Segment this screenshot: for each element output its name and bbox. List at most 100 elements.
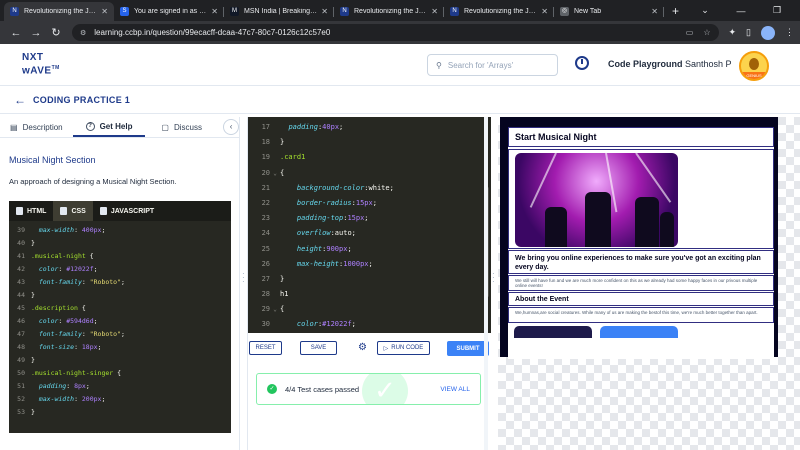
bookmark-star-icon[interactable]: ☆ (703, 28, 710, 37)
close-window-icon[interactable]: ✕ (795, 5, 800, 16)
close-tab-icon[interactable]: ✕ (541, 7, 548, 16)
close-tab-icon[interactable]: ✕ (211, 7, 218, 16)
test-result-box: ✓ ✓ 4/4 Test cases passed VIEW ALL (256, 373, 481, 405)
left-splitter-handle[interactable]: · · · (242, 270, 245, 290)
editor-column-scrollbar[interactable] (484, 117, 488, 450)
tab-discuss[interactable]: ▢ Discuss (145, 117, 218, 137)
line-number: 20 (261, 168, 270, 177)
settings-gear-icon[interactable]: ⚙ (358, 342, 367, 353)
code-editor[interactable]: 17 padding:40px; 18} 19 .card1 20 ⌄{21 backgr… (248, 117, 491, 333)
browser-tab[interactable]: S You are signed in as 7376 ✕ (114, 2, 224, 21)
view-all-link[interactable]: VIEW ALL (440, 386, 470, 393)
browser-tab[interactable]: N Revolutionizing the Job M ✕ (334, 2, 444, 21)
tab-favicon-icon: M (230, 7, 239, 16)
timer-icon[interactable] (575, 56, 589, 70)
event-thumbnail (600, 326, 678, 338)
code-line: 49} (9, 354, 231, 367)
code-token: ; (101, 395, 106, 403)
code-token: font-size (38, 343, 75, 351)
line-number: 50 (17, 369, 25, 377)
browser-tab[interactable]: N Revolutionizing the Job M ✕ (4, 2, 114, 21)
code-token: 400px (81, 226, 102, 234)
submit-button[interactable]: SUBMIT (447, 341, 489, 356)
code-token: ; (121, 330, 125, 338)
code-token: { (85, 252, 94, 260)
code-line: 47 font-family: "Roboto"; (9, 328, 231, 341)
close-tab-icon[interactable]: ✕ (651, 7, 658, 16)
line-number: 27 (261, 274, 270, 283)
side-panel-icon[interactable]: ▯ (746, 27, 751, 38)
solution-code-panel: HTML CSS JAVASCRIPT 39 max-width: 400px;… (9, 201, 231, 433)
url-text: learning.ccbp.in/question/99ecacff-dcaa-… (94, 28, 331, 37)
fold-toggle-icon[interactable] (270, 120, 280, 135)
address-bar[interactable]: ⚙ learning.ccbp.in/question/99ecacff-dca… (72, 24, 719, 41)
code-line: 41 .musical-night { (9, 250, 231, 263)
code-playground-link[interactable]: Code Playground (608, 59, 683, 69)
code-token: ; (364, 214, 369, 223)
browser-tab[interactable]: ◎ New Tab ✕ (554, 2, 664, 21)
reset-button[interactable]: RESET (249, 341, 282, 355)
code-line: 21 background-color: white; (248, 181, 491, 196)
tab-favicon-icon: N (450, 7, 459, 16)
tab-favicon-icon: ◎ (560, 7, 569, 16)
code-tab-css[interactable]: CSS (53, 201, 93, 221)
fold-toggle-icon[interactable] (270, 135, 280, 150)
fold-toggle-icon[interactable] (270, 181, 280, 196)
fold-toggle-icon[interactable]: ⌄ (270, 302, 280, 317)
browser-tab[interactable]: M MSN India | Breaking New✕ (224, 2, 334, 21)
tab-get-help[interactable]: ? Get Help (72, 117, 146, 137)
minimize-icon[interactable]: — (723, 6, 759, 16)
menu-icon[interactable]: ⋮ (785, 27, 794, 38)
profile-avatar[interactable] (761, 25, 775, 40)
close-tab-icon[interactable]: ✕ (321, 7, 328, 16)
install-app-icon[interactable]: ▭ (686, 28, 694, 37)
tab-search-icon[interactable]: ⌄ (687, 1, 723, 20)
code-token: } (31, 291, 35, 299)
close-tab-icon[interactable]: ✕ (101, 7, 108, 16)
run-code-button[interactable]: ▷ RUN CODE (377, 341, 430, 355)
fold-toggle-icon[interactable] (270, 150, 280, 165)
fold-toggle-icon[interactable] (270, 242, 280, 257)
fold-toggle-icon[interactable] (270, 317, 280, 332)
fold-toggle-icon[interactable]: ⌄ (270, 166, 280, 181)
user-name[interactable]: Santhosh P (685, 59, 732, 69)
right-splitter-handle[interactable]: · · · (492, 270, 495, 290)
fold-toggle-icon[interactable] (270, 257, 280, 272)
back-icon[interactable]: ← (6, 27, 26, 39)
save-button[interactable]: SAVE (300, 341, 337, 355)
user-avatar[interactable]: GENIUS (739, 51, 769, 81)
code-line: 20 ⌄{ (248, 166, 491, 181)
check-circle-icon: ✓ (267, 384, 277, 394)
tab-description[interactable]: ▤ Description (0, 117, 73, 137)
maximize-icon[interactable]: ❐ (759, 5, 795, 16)
close-tab-icon[interactable]: ✕ (431, 7, 438, 16)
site-info-icon[interactable]: ⚙ (80, 29, 86, 37)
chat-icon: ▢ (161, 122, 169, 132)
code-tab-javascript[interactable]: JAVASCRIPT (93, 201, 161, 221)
search-input[interactable]: ⚲ Search for 'Arrays' (427, 54, 558, 76)
new-tab-button[interactable]: + (664, 2, 687, 21)
fold-toggle-icon[interactable] (270, 226, 280, 241)
code-token: color (38, 265, 59, 273)
collapse-panel-icon[interactable]: ‹ (223, 119, 239, 135)
practice-title-row: ← CODING PRACTICE 1 (0, 86, 800, 114)
fold-toggle-icon[interactable] (270, 196, 280, 211)
concert-image (515, 153, 678, 247)
code-token: ; (97, 343, 102, 351)
extensions-icon[interactable]: ✦ (729, 27, 737, 38)
forward-icon[interactable]: → (26, 27, 46, 39)
browser-tab[interactable]: N Revolutionizing the Job M ✕ (444, 2, 554, 21)
code-token: : (74, 395, 82, 403)
code-line: 29 ⌄{ (248, 302, 491, 317)
help-section-title: Musical Night Section (9, 155, 96, 165)
fold-toggle-icon[interactable] (270, 287, 280, 302)
back-arrow-icon[interactable]: ← (14, 93, 26, 107)
line-number: 21 (261, 183, 270, 192)
fold-toggle-icon[interactable] (270, 211, 280, 226)
nxtwave-logo[interactable]: NXT wAVETM (22, 52, 62, 76)
code-token: background-color (296, 183, 365, 192)
reload-icon[interactable]: ↻ (46, 26, 66, 39)
fold-toggle-icon[interactable] (270, 272, 280, 287)
code-token: } (31, 356, 35, 364)
code-tab-html[interactable]: HTML (9, 201, 53, 221)
